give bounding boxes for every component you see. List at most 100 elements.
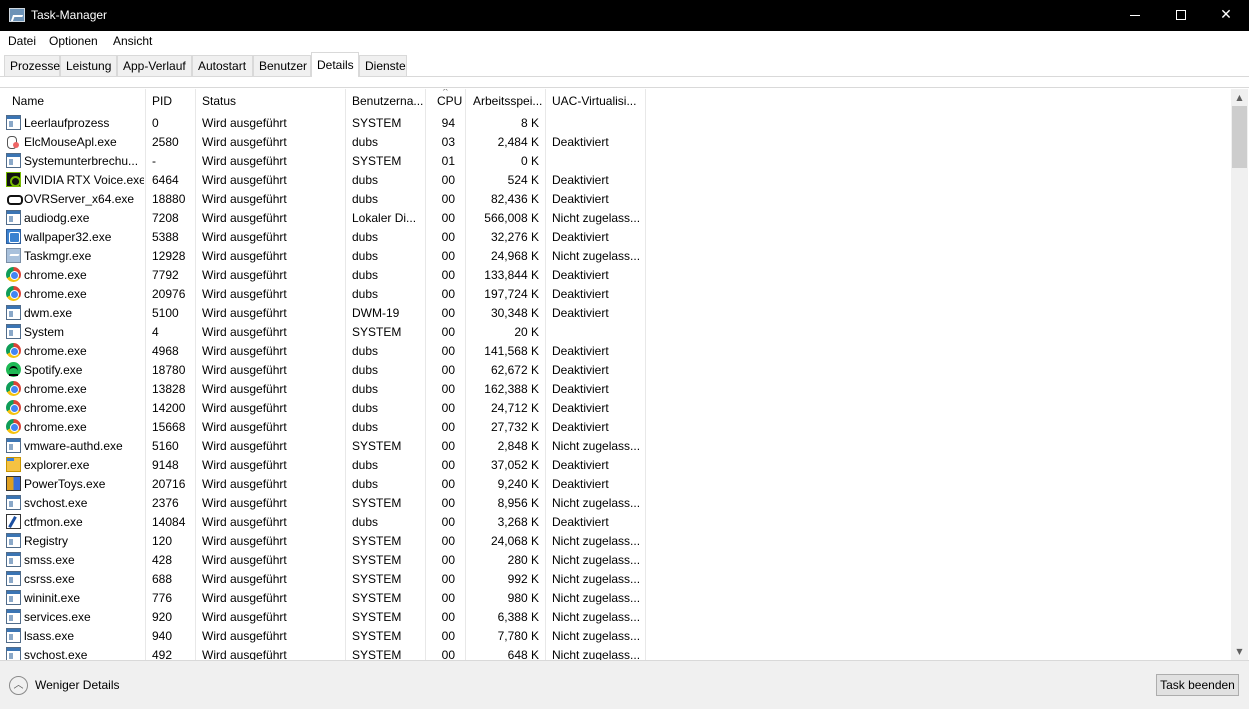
tab-benutzer[interactable]: Benutzer <box>253 55 311 76</box>
chevron-up-icon[interactable]: ︿ <box>9 676 28 695</box>
table-row[interactable]: lsass.exe 940 Wird ausgeführt SYSTEM 00 7,780… <box>0 626 646 645</box>
tab-details[interactable]: Details <box>311 52 359 77</box>
process-pid: 0 <box>152 116 159 130</box>
process-name: Registry <box>24 534 69 548</box>
table-row[interactable]: wallpaper32.exe 5388 Wird ausgeführt dubs 00… <box>0 227 646 246</box>
table-row[interactable]: csrss.exe 688 Wird ausgeführt SYSTEM 00 992 K… <box>0 569 646 588</box>
process-cpu: 00 <box>441 591 455 605</box>
menu-optionen[interactable]: Optionen <box>49 34 98 48</box>
table-row[interactable]: PowerToys.exe 20716 Wird ausgeführt dubs 00 9… <box>0 474 646 493</box>
window-icon <box>6 305 21 320</box>
table-row[interactable]: OVRServer_x64.exe 18880 Wird ausgeführt dub… <box>0 189 646 208</box>
process-status: Wird ausgeführt <box>202 325 287 339</box>
column-header-pid[interactable]: PID <box>152 89 192 113</box>
table-row[interactable]: dwm.exe 5100 Wird ausgeführt DWM-19 00 30,348… <box>0 303 646 322</box>
process-name: NVIDIA RTX Voice.exe <box>24 173 144 187</box>
table-row[interactable]: audiodg.exe 7208 Wird ausgeführt Lokaler Di… <box>0 208 646 227</box>
end-task-button[interactable]: Task beenden <box>1156 674 1239 696</box>
table-row[interactable]: ElcMouseApl.exe 2580 Wird ausgeführt dubs 03… <box>0 132 646 151</box>
process-pid: 9148 <box>152 458 179 472</box>
taskmgr-icon <box>6 248 21 263</box>
table-row[interactable]: Systemunterbrechu... - Wird ausgeführt SYST… <box>0 151 646 170</box>
table-row[interactable]: chrome.exe 14200 Wird ausgeführt dubs 00 24,7… <box>0 398 646 417</box>
process-uac: Nicht zugelass... <box>552 610 641 624</box>
column-header-uac[interactable]: UAC-Virtualisi... <box>552 89 644 113</box>
process-status: Wird ausgeführt <box>202 458 287 472</box>
table-row[interactable]: NVIDIA RTX Voice.exe 6464 Wird ausgeführt d… <box>0 170 646 189</box>
column-header-name[interactable]: Name <box>12 89 142 113</box>
process-status: Wird ausgeführt <box>202 439 287 453</box>
task-manager-icon <box>9 8 25 22</box>
process-memory: 524 K <box>507 173 539 187</box>
mouse-icon <box>6 134 21 149</box>
tab-prozesse[interactable]: Prozesse <box>4 55 60 76</box>
process-cpu: 00 <box>441 363 455 377</box>
table-row[interactable]: smss.exe 428 Wird ausgeführt SYSTEM 00 280 K N… <box>0 550 646 569</box>
vertical-scrollbar[interactable]: ▲ ▼ <box>1231 89 1248 660</box>
table-row[interactable]: ctfmon.exe 14084 Wird ausgeführt dubs 00 3,26… <box>0 512 646 531</box>
process-name: ElcMouseApl.exe <box>24 135 117 149</box>
scroll-down-icon[interactable]: ▼ <box>1231 643 1248 660</box>
tab-dienste[interactable]: Dienste <box>359 55 407 76</box>
table-row[interactable]: chrome.exe 13828 Wird ausgeführt dubs 00 162,… <box>0 379 646 398</box>
tab-bar: Prozesse Leistung App-Verlauf Autostart … <box>0 51 1249 77</box>
process-name: Taskmgr.exe <box>24 249 92 263</box>
column-header-status[interactable]: Status <box>202 89 342 113</box>
process-memory: 30,348 K <box>490 306 539 320</box>
table-row[interactable]: svchost.exe 2376 Wird ausgeführt SYSTEM 00 8,… <box>0 493 646 512</box>
maximize-button[interactable] <box>1158 0 1204 31</box>
table-row[interactable]: Taskmgr.exe 12928 Wird ausgeführt dubs 00 24,… <box>0 246 646 265</box>
process-status: Wird ausgeführt <box>202 363 287 377</box>
minimize-button[interactable] <box>1112 0 1158 31</box>
table-row[interactable]: Registry 120 Wird ausgeführt SYSTEM 00 24,068… <box>0 531 646 550</box>
table-row[interactable]: chrome.exe 7792 Wird ausgeführt dubs 00 133,8… <box>0 265 646 284</box>
scrollbar-thumb[interactable] <box>1232 106 1247 168</box>
table-row[interactable]: chrome.exe 20976 Wird ausgeführt dubs 00 197,… <box>0 284 646 303</box>
process-memory: 8 K <box>520 116 539 130</box>
process-name: ctfmon.exe <box>24 515 83 529</box>
process-pid: 14200 <box>152 401 186 415</box>
process-user: SYSTEM <box>352 591 402 605</box>
tab-leistung[interactable]: Leistung <box>60 55 117 76</box>
process-cpu: 00 <box>441 344 455 358</box>
window-icon <box>6 552 21 567</box>
process-pid: 5160 <box>152 439 179 453</box>
table-row[interactable]: vmware-authd.exe 5160 Wird ausgeführt SYSTE… <box>0 436 646 455</box>
process-memory: 197,724 K <box>484 287 539 301</box>
process-memory: 20 K <box>514 325 539 339</box>
column-header-memory[interactable]: Arbeitsspei... <box>473 89 544 113</box>
process-uac: Deaktiviert <box>552 192 609 206</box>
process-pid: 20976 <box>152 287 186 301</box>
process-pid: 5388 <box>152 230 179 244</box>
tab-app-verlauf[interactable]: App-Verlauf <box>117 55 192 76</box>
table-row[interactable]: svchost.exe 492 Wird ausgeführt SYSTEM 00 648… <box>0 645 646 660</box>
column-header-cpu[interactable]: CPU <box>437 89 464 113</box>
table-row[interactable]: chrome.exe 15668 Wird ausgeführt dubs 00 27,7… <box>0 417 646 436</box>
table-row[interactable]: wininit.exe 776 Wird ausgeführt SYSTEM 00 980… <box>0 588 646 607</box>
table-row[interactable]: explorer.exe 9148 Wird ausgeführt dubs 00 37,… <box>0 455 646 474</box>
process-user: dubs <box>352 173 379 187</box>
window-icon <box>6 210 21 225</box>
process-status: Wird ausgeführt <box>202 401 287 415</box>
process-pid: 688 <box>152 572 173 586</box>
process-name: chrome.exe <box>24 287 87 301</box>
fewer-details-link[interactable]: Weniger Details <box>35 678 119 692</box>
process-status: Wird ausgeführt <box>202 135 287 149</box>
menu-ansicht[interactable]: Ansicht <box>113 34 152 48</box>
window-icon <box>6 590 21 605</box>
close-button[interactable]: ✕ <box>1203 0 1249 31</box>
scroll-up-icon[interactable]: ▲ <box>1231 89 1248 106</box>
process-user: dubs <box>352 401 379 415</box>
menu-datei[interactable]: Datei <box>8 34 36 48</box>
column-header-user[interactable]: Benutzerna... <box>352 89 424 113</box>
table-row[interactable]: Leerlaufprozess 0 Wird ausgeführt SYSTEM 94 8… <box>0 113 646 132</box>
title-bar[interactable]: Task-Manager ✕ <box>0 0 1249 31</box>
spotify-icon <box>6 362 21 377</box>
process-user: SYSTEM <box>352 496 402 510</box>
tab-autostart[interactable]: Autostart <box>192 55 253 76</box>
table-row[interactable]: chrome.exe 4968 Wird ausgeführt dubs 00 141,5… <box>0 341 646 360</box>
table-row[interactable]: Spotify.exe 18780 Wird ausgeführt dubs 00 62,… <box>0 360 646 379</box>
table-row[interactable]: services.exe 920 Wird ausgeführt SYSTEM 00 6,… <box>0 607 646 626</box>
table-row[interactable]: System 4 Wird ausgeführt SYSTEM 00 20 K <box>0 322 646 341</box>
process-pid: 428 <box>152 553 173 567</box>
